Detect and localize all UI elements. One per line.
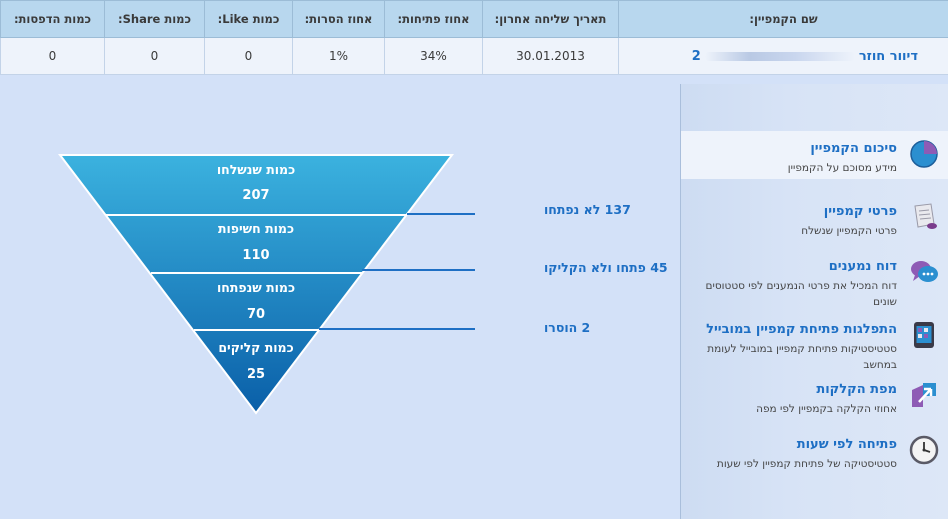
header-like-count: כמות Like: [204,0,293,38]
funnel-label-exposures: כמות חשיפות [217,221,295,236]
header-last-sent: תאריך שליחה אחרון: [482,0,619,38]
sidebar-item-label: פרטי קמפיין [823,204,897,219]
cell-removed-pct: 1% [292,37,385,75]
sidebar-item-recipients-report[interactable]: דוח נמענים דוח המכיל את פרטי הנמענים לפי… [681,249,948,309]
sidebar-item-label: דוח נמענים [828,259,897,274]
funnel-value-sent: 207 [242,188,270,203]
callout-removed: 2 הוסרו [544,320,591,335]
clock-icon [909,435,939,465]
document-icon [909,202,939,232]
sidebar-item-label: התפלגות פתיחת קמפיין במובייל [706,322,897,337]
funnel-label-opened: כמות שנפתחו [216,280,296,295]
table-header-row: שם הקמפיין: תאריך שליחה אחרון: אחוז פתיח… [0,0,948,38]
sidebar-item-click-map[interactable]: מפת הקלקות אחוזי הקלקה בקמפיין לפי מפה [681,372,948,420]
funnel-value-exposures: 110 [242,248,270,263]
funnel-label-sent: כמות שנשלחו [216,162,296,177]
header-campaign-name: שם הקמפיין: [618,0,948,38]
funnel-value-opened: 70 [246,307,266,322]
sidebar-item-label: מפת הקלקות [816,382,897,397]
chat-bubbles-icon [909,257,939,287]
sidebar-item-desc: פרטי הקמפיין שנשלח [801,225,897,237]
cell-last-sent: 30.01.2013 [482,37,619,75]
sidebar-item-desc: מידע מסוכם על הקמפיין [787,162,897,174]
funnel-value-clicks: 25 [246,367,266,382]
campaign-name-prefix: דיוור חוזר [858,48,918,64]
pie-chart-icon [909,139,939,169]
cell-like-count: 0 [204,37,293,75]
header-removed-pct: אחוז הסרות: [292,0,385,38]
sidebar-item-mobile-distribution[interactable]: התפלגות פתיחת קמפיין במובייל סטטיסטיקות … [681,312,948,372]
callout-not-opened: 137 לא נפתחו [544,202,631,217]
table-row: דיוור חוזר 2 30.01.2013 34% 1% 0 0 0 [0,37,948,75]
campaign-name-suffix: 2 [691,48,701,64]
cell-share-count: 0 [104,37,205,75]
report-sidebar: סיכום הקמפיין מידע מסוכם על הקמפיין פרטי… [680,84,948,519]
sidebar-item-desc: דוח המכיל את פרטי הנמענים לפי סטטוסים שו… [705,280,897,308]
sidebar-item-open-by-hours[interactable]: פתיחה לפי שעות סטטיסטיקה של פתיחת קמפיין… [681,427,948,475]
campaign-stats-table: שם הקמפיין: תאריך שליחה אחרון: אחוז פתיח… [0,0,948,75]
funnel-label-clicks: כמות קליקים [218,340,294,355]
campaign-name-link[interactable]: דיוור חוזר 2 [618,37,948,75]
sidebar-item-label: סיכום הקמפיין [810,141,897,156]
click-map-icon [909,380,939,410]
sidebar-item-campaign-summary[interactable]: סיכום הקמפיין מידע מסוכם על הקמפיין [681,131,948,179]
header-print-count: כמות הדפסות: [0,0,105,38]
redacted-text [704,51,855,61]
sidebar-item-desc: אחוזי הקלקה בקמפיין לפי מפה [756,403,897,415]
sidebar-item-label: פתיחה לפי שעות [796,437,897,452]
sidebar-item-campaign-details[interactable]: פרטי קמפיין פרטי הקמפיין שנשלח [681,194,948,242]
callout-opened-no-click: 45 פתחו ולא הקליקו [544,260,668,275]
mobile-icon [909,320,939,350]
sidebar-item-desc: סטטיסטיקה של פתיחת קמפיין לפי שעות [716,458,897,470]
header-open-pct: אחוז פתיחות: [384,0,483,38]
cell-open-pct: 34% [384,37,483,75]
cell-print-count: 0 [0,37,105,75]
sidebar-item-desc: סטטיסטיקות פתיחת קמפיין במובייל לעומת במ… [707,343,897,371]
header-share-count: כמות Share: [104,0,205,38]
